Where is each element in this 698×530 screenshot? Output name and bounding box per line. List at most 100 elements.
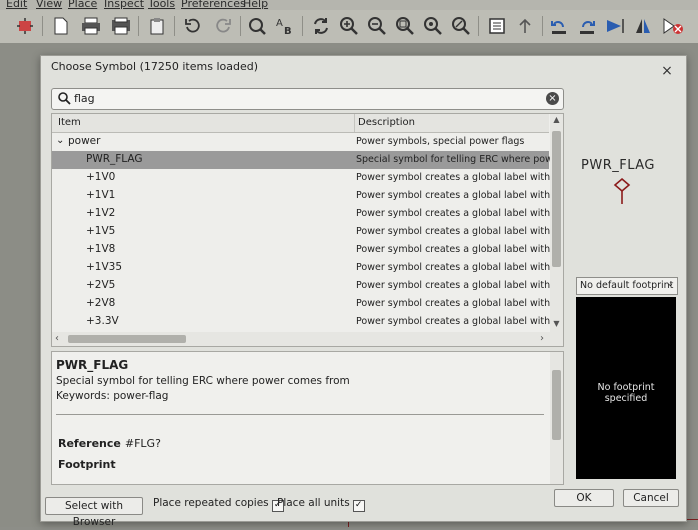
group-description: Power symbols, special power flags xyxy=(356,136,525,147)
row-description: Power symbol creates a global label with… xyxy=(356,298,550,309)
zoom-out-icon[interactable] xyxy=(366,15,388,37)
close-icon[interactable]: × xyxy=(660,64,674,78)
hierarchy-icon[interactable] xyxy=(486,15,508,37)
tree-vertical-scrollbar[interactable]: ▲ ▼ xyxy=(550,114,563,332)
search-field[interactable]: × xyxy=(51,88,564,110)
symbol-preview: PWR_FLAG xyxy=(569,88,681,278)
scroll-thumb[interactable] xyxy=(552,131,561,267)
group-label: power xyxy=(68,135,101,147)
tree-row[interactable]: +2V8 Power symbol creates a global label… xyxy=(52,295,550,313)
footprint-label: Footprint xyxy=(58,458,116,471)
scroll-thumb[interactable] xyxy=(552,370,561,440)
symbol-preview-label: PWR_FLAG xyxy=(581,158,655,173)
row-item: +1V5 xyxy=(86,225,116,237)
scroll-thumb[interactable] xyxy=(68,335,186,343)
ok-button[interactable]: OK xyxy=(554,489,614,507)
zoom-fit-icon[interactable] xyxy=(394,15,416,37)
zoom-objects-icon[interactable] xyxy=(422,15,444,37)
find-icon[interactable] xyxy=(246,15,268,37)
pwr-flag-symbol-icon xyxy=(613,177,631,204)
row-item: +1V35 xyxy=(86,261,123,273)
row-description: Power symbol creates a global label with… xyxy=(356,316,550,327)
row-description: Power symbol creates a global label with… xyxy=(356,190,550,201)
tree-group-power[interactable]: ⌄ power Power symbols, special power fla… xyxy=(52,133,549,151)
row-description: Special symbol for telling ERC where pow… xyxy=(356,154,550,165)
place-all-units-checkbox[interactable]: ✓ xyxy=(352,500,365,512)
row-item: +2V8 xyxy=(86,297,116,309)
menu-help[interactable]: Help xyxy=(243,0,268,10)
footprint-empty-text: No footprint specified xyxy=(597,382,655,404)
row-item: +3.3V xyxy=(86,315,119,327)
column-description[interactable]: Description xyxy=(358,117,415,128)
undo-icon[interactable] xyxy=(182,15,204,37)
svg-text:B: B xyxy=(284,26,292,36)
menu-edit[interactable]: Edit xyxy=(6,0,27,10)
details-vertical-scrollbar[interactable] xyxy=(550,352,563,484)
menu-view[interactable]: View xyxy=(36,0,62,10)
search-icon xyxy=(57,91,71,105)
reference-value: #FLG? xyxy=(124,437,161,450)
find-replace-icon[interactable]: AB xyxy=(274,15,296,37)
row-description: Power symbol creates a global label with… xyxy=(356,280,550,291)
zoom-selection-icon[interactable] xyxy=(450,15,472,37)
symbol-tree[interactable]: Item Description ⌄ power Power symbols, … xyxy=(51,113,564,347)
navigate-up-icon[interactable] xyxy=(514,15,536,37)
tree-row[interactable]: +2V5 Power symbol creates a global label… xyxy=(52,277,550,295)
tree-row[interactable]: +1V0 Power symbol creates a global label… xyxy=(52,169,550,187)
row-description: Power symbol creates a global label with… xyxy=(356,172,550,183)
symbol-editor-icon[interactable] xyxy=(14,15,36,37)
erc-icon[interactable] xyxy=(662,15,684,37)
menu-tools[interactable]: Tools xyxy=(148,0,175,10)
plot-icon[interactable] xyxy=(110,15,132,37)
place-all-units-option[interactable]: Place all units ✓ xyxy=(277,497,365,512)
cancel-button[interactable]: Cancel xyxy=(623,489,679,507)
details-reference-row: Reference #FLG? xyxy=(58,437,161,450)
search-input[interactable] xyxy=(74,90,534,106)
choose-symbol-dialog: Choose Symbol (17250 items loaded) × × I… xyxy=(40,55,687,528)
footprint-preview: No footprint specified xyxy=(576,297,676,479)
mirror-h-icon[interactable] xyxy=(632,15,654,37)
scroll-up-icon[interactable]: ▲ xyxy=(551,115,562,127)
row-description: Power symbol creates a global label with… xyxy=(356,244,550,255)
tree-row[interactable]: +1V2 Power symbol creates a global label… xyxy=(52,205,550,223)
menu-place[interactable]: Place xyxy=(68,0,97,10)
paste-icon[interactable] xyxy=(146,15,168,37)
tree-header: Item Description xyxy=(52,114,549,133)
place-repeated-option[interactable]: Place repeated copies ✓ xyxy=(153,497,284,512)
row-description: Power symbol creates a global label with… xyxy=(356,226,550,237)
rotate-cw-icon[interactable] xyxy=(576,15,598,37)
scroll-left-icon[interactable]: ‹ xyxy=(55,333,59,344)
tree-row[interactable]: +1V1 Power symbol creates a global label… xyxy=(52,187,550,205)
tree-row[interactable]: +1V35 Power symbol creates a global labe… xyxy=(52,259,550,277)
dialog-title: Choose Symbol (17250 items loaded) xyxy=(51,60,258,73)
row-item: +1V1 xyxy=(86,189,116,201)
chevron-down-icon[interactable]: ⌄ xyxy=(56,135,64,146)
redo-icon[interactable] xyxy=(212,15,234,37)
tree-row-selected[interactable]: PWR_FLAG Special symbol for telling ERC … xyxy=(52,151,550,169)
details-description: Special symbol for telling ERC where pow… xyxy=(56,375,350,387)
place-all-units-label: Place all units xyxy=(277,497,350,509)
tree-row[interactable]: +1V8 Power symbol creates a global label… xyxy=(52,241,550,259)
new-icon[interactable] xyxy=(50,15,72,37)
tree-horizontal-scrollbar[interactable]: ‹ › xyxy=(52,332,563,346)
mirror-v-icon[interactable] xyxy=(604,15,626,37)
scroll-down-icon[interactable]: ▼ xyxy=(551,319,562,331)
zoom-in-icon[interactable] xyxy=(338,15,360,37)
rotate-ccw-icon[interactable] xyxy=(548,15,570,37)
details-keywords: Keywords: power-flag xyxy=(56,390,169,402)
tree-row[interactable]: +3.3V Power symbol creates a global labe… xyxy=(52,313,550,331)
details-divider xyxy=(56,414,544,415)
tree-rows: ⌄ power Power symbols, special power fla… xyxy=(52,133,550,331)
tree-row[interactable]: +1V5 Power symbol creates a global label… xyxy=(52,223,550,241)
clear-search-icon[interactable]: × xyxy=(546,92,559,105)
column-item[interactable]: Item xyxy=(58,117,81,128)
scroll-right-icon[interactable]: › xyxy=(540,333,544,344)
symbol-details-panel: PWR_FLAG Special symbol for telling ERC … xyxy=(51,351,564,485)
print-icon[interactable] xyxy=(80,15,102,37)
footprint-select[interactable]: No default footprint ⌄ xyxy=(576,277,678,295)
menu-preferences[interactable]: Preferences xyxy=(181,0,246,10)
row-item: +1V0 xyxy=(86,171,116,183)
refresh-icon[interactable] xyxy=(310,15,332,37)
select-with-browser-button[interactable]: Select with Browser xyxy=(45,497,143,528)
menu-inspect[interactable]: Inspect xyxy=(104,0,144,10)
